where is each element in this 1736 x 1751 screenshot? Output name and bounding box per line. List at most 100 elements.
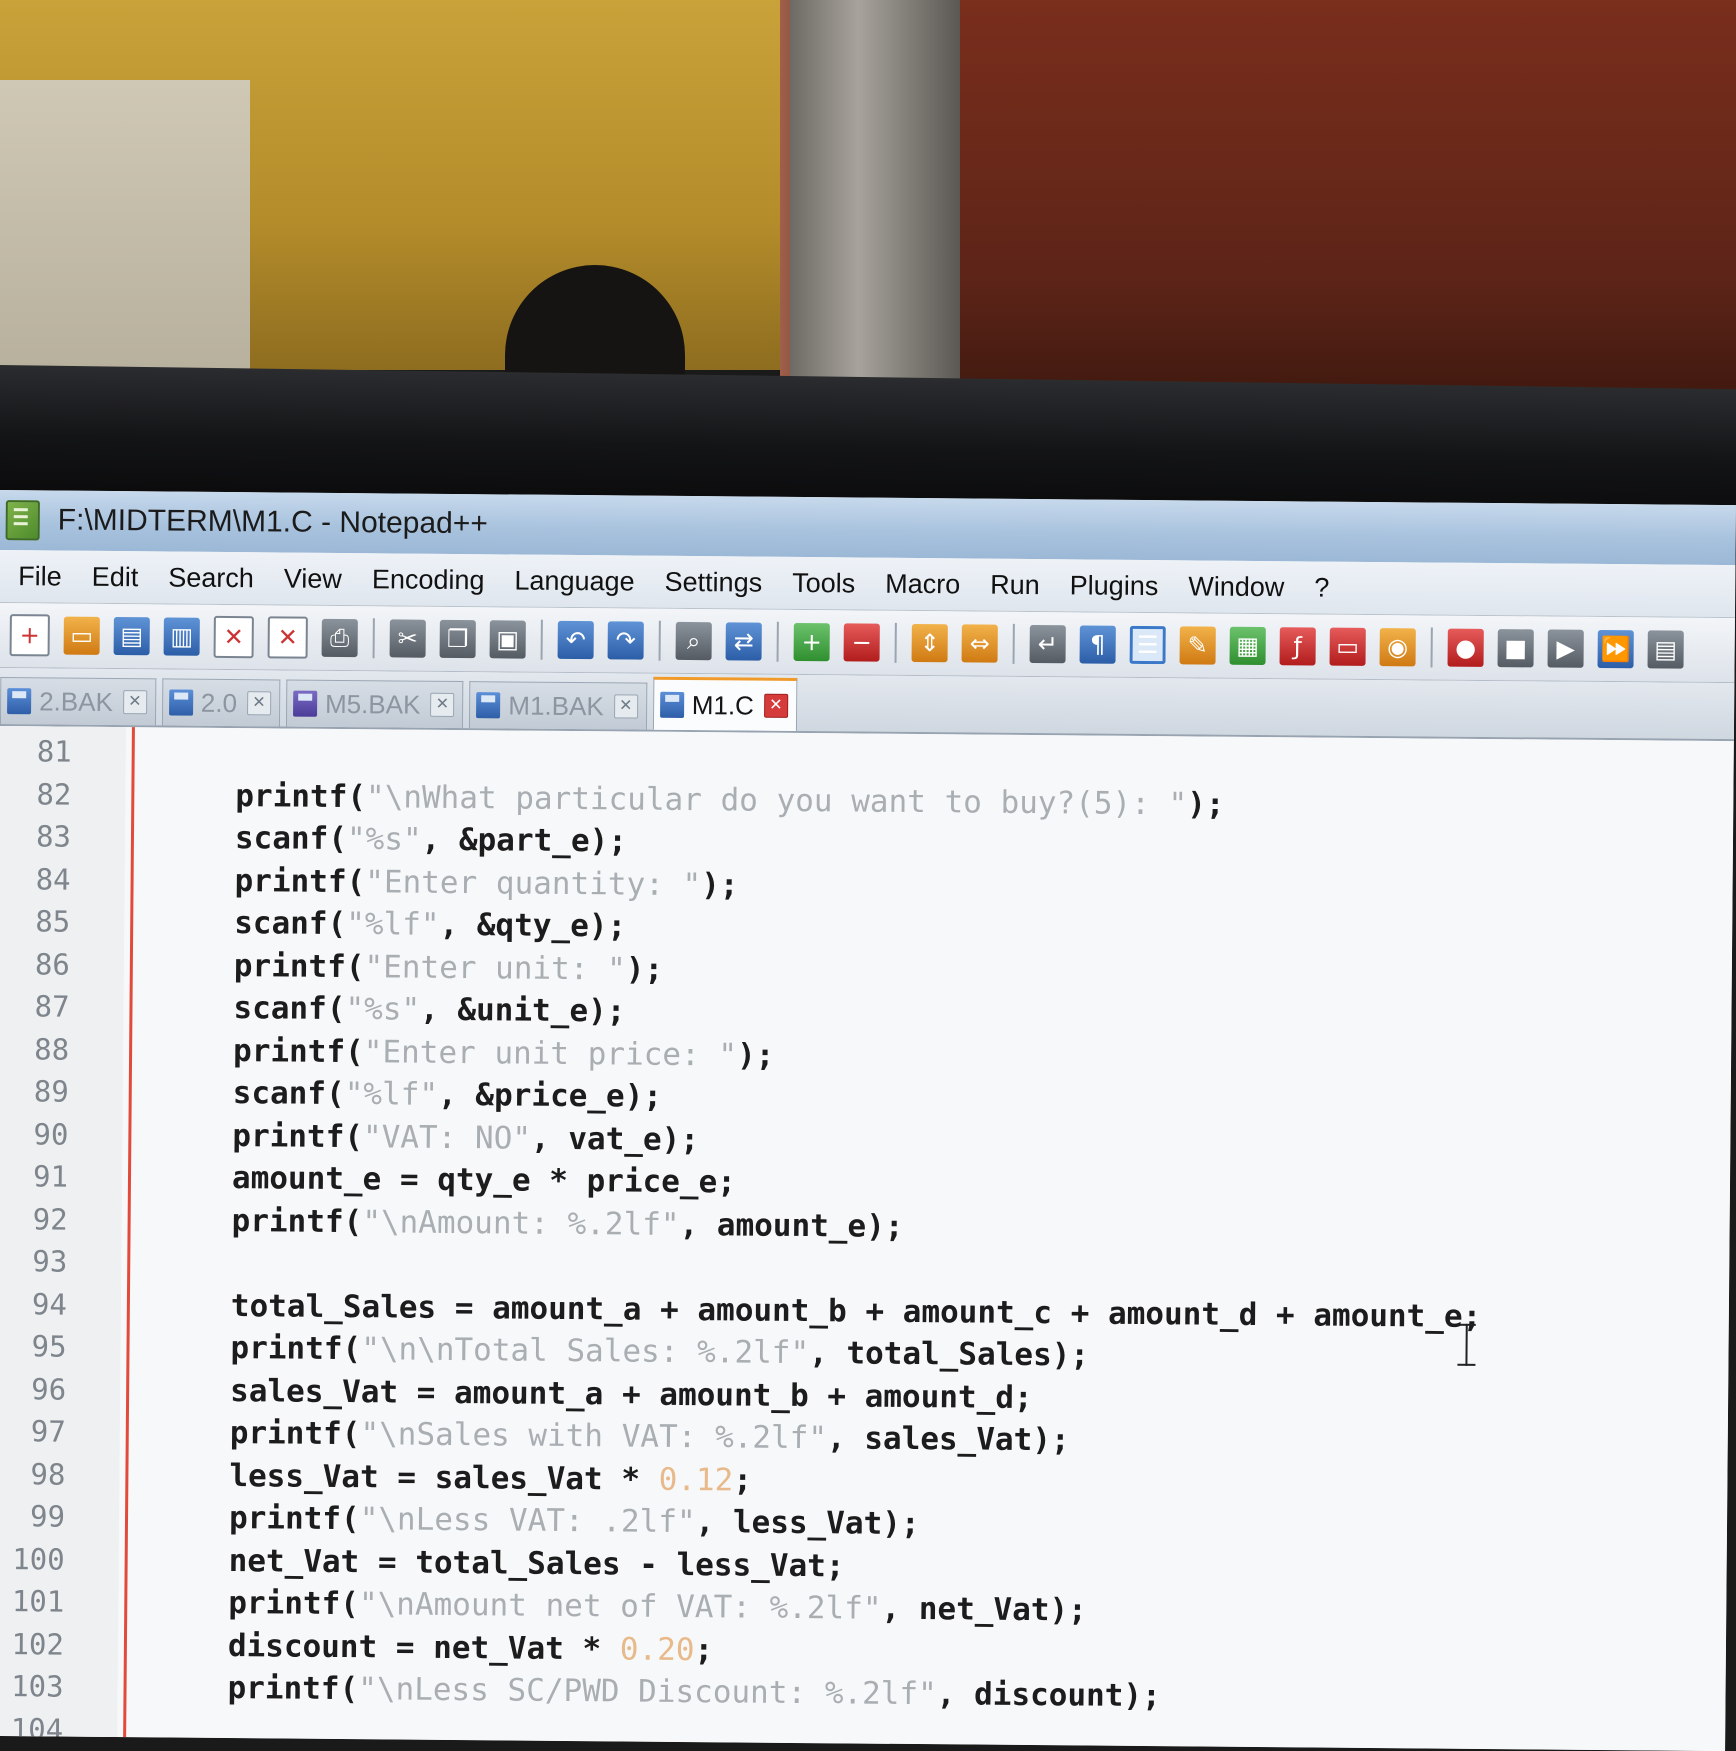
zoom-out-icon[interactable]: − — [843, 623, 880, 662]
user-defined-language-icon[interactable]: ✎ — [1179, 626, 1216, 665]
function-list-icon[interactable]: ƒ — [1279, 627, 1316, 666]
toolbar-separator — [1430, 627, 1433, 668]
indent-guide-icon[interactable]: ☰ — [1129, 625, 1166, 665]
find-icon[interactable]: ⌕ — [675, 621, 712, 661]
menu-file[interactable]: File — [3, 550, 77, 603]
save-icon[interactable]: ▤ — [113, 616, 150, 656]
background-pillar — [790, 0, 960, 400]
string-literal: "%lf" — [344, 1076, 439, 1114]
string-literal: "VAT: NO" — [362, 1118, 532, 1157]
sync-horizontal-icon[interactable]: ⇔ — [961, 624, 998, 663]
line-number: 103 — [11, 1669, 64, 1704]
menu-language[interactable]: Language — [499, 554, 650, 607]
tab-close-icon[interactable]: ✕ — [122, 690, 147, 715]
save-macro-icon[interactable]: ▤ — [1647, 630, 1684, 669]
menu-run[interactable]: Run — [975, 559, 1055, 612]
redo-icon[interactable]: ↷ — [607, 621, 644, 660]
line-number: 96 — [31, 1372, 67, 1407]
menu-plugins[interactable]: Plugins — [1055, 559, 1174, 612]
string-literal: "%s" — [346, 821, 422, 858]
menu-settings[interactable]: Settings — [649, 556, 777, 609]
print-icon[interactable]: ⎙ — [321, 618, 358, 658]
code-text: net_Vat = total_Sales - less_Vat; — [228, 1542, 845, 1585]
menu-encoding[interactable]: Encoding — [357, 553, 500, 606]
menu-search[interactable]: Search — [153, 551, 269, 604]
string-literal: "\nAmount: %.2lf" — [362, 1203, 680, 1243]
string-literal: "\nSales with VAT: %.2lf" — [360, 1416, 828, 1457]
code-text: total_Sales = amount_a + amount_b + amou… — [230, 1287, 1482, 1335]
saved-file-icon — [476, 692, 501, 719]
sync-vertical-icon[interactable]: ⇕ — [911, 623, 948, 663]
tab-m1-bak[interactable]: M1.BAK ✕ — [469, 681, 647, 730]
save-all-icon[interactable]: ▥ — [163, 617, 200, 656]
number-literal: 0.20 — [619, 1631, 695, 1668]
open-file-icon[interactable]: ▭ — [63, 616, 100, 655]
tab-close-icon[interactable]: ✕ — [613, 694, 638, 719]
tab-close-icon[interactable]: ✕ — [763, 693, 789, 718]
tab-m5-bak[interactable]: M5.BAK ✕ — [285, 679, 464, 729]
menu-macro[interactable]: Macro — [870, 558, 975, 611]
tab-m1-c[interactable]: M1.C ✕ — [652, 676, 798, 731]
code-text: less_Vat = sales_Vat * 0.12; — [229, 1457, 753, 1499]
word-wrap-icon[interactable]: ↵ — [1029, 624, 1066, 664]
tab-close-icon[interactable]: ✕ — [430, 692, 455, 717]
play-macro-icon[interactable]: ▶ — [1547, 629, 1584, 668]
code-editor[interactable]: 81 82 printf("\nWhat particular do you wan… — [0, 725, 1734, 1751]
code-text: printf("\nAmount: %.2lf", amount_e); — [231, 1202, 904, 1245]
string-literal: "Enter quantity: " — [365, 863, 702, 903]
cut-icon[interactable]: ✂ — [389, 619, 426, 658]
line-number: 82 — [36, 777, 72, 812]
record-macro-icon[interactable]: ● — [1447, 628, 1484, 667]
line-number: 97 — [30, 1414, 66, 1449]
menu-tools[interactable]: Tools — [777, 557, 870, 610]
menu-window[interactable]: Window — [1173, 560, 1299, 613]
code-lines[interactable]: 81 82 printf("\nWhat particular do you wan… — [0, 730, 1734, 1751]
line-number: 102 — [11, 1626, 65, 1662]
code-text: printf("\n\nTotal Sales: %.2lf", total_S… — [230, 1330, 1090, 1374]
line-number: 86 — [34, 947, 71, 982]
folder-as-workspace-icon[interactable]: ▭ — [1329, 627, 1366, 666]
line-number: 104 — [10, 1711, 64, 1747]
tab-close-icon[interactable]: ✕ — [246, 691, 272, 716]
toolbar-separator — [372, 618, 375, 659]
line-number: 88 — [34, 1032, 70, 1067]
tab-2-bak[interactable]: 2.BAK ✕ — [0, 677, 157, 726]
line-number: 101 — [11, 1584, 65, 1619]
string-literal: "%s" — [345, 991, 421, 1028]
paste-icon[interactable]: ▣ — [489, 620, 526, 659]
code-text: printf("\nSales with VAT: %.2lf", sales_… — [229, 1415, 1070, 1459]
run-macro-multiple-icon[interactable]: ⏩ — [1597, 629, 1634, 669]
close-icon[interactable]: ✕ — [213, 615, 254, 659]
notepadpp-app-icon[interactable] — [5, 500, 40, 541]
string-literal: "\nAmount net of VAT: %.2lf" — [358, 1586, 882, 1627]
show-all-characters-icon[interactable]: ¶ — [1079, 625, 1116, 664]
tab-label: M5.BAK — [324, 688, 421, 720]
background-whiteboard — [0, 80, 250, 380]
string-literal: "Enter unit: " — [364, 948, 626, 988]
close-all-icon[interactable]: ✕ — [267, 616, 308, 659]
toolbar-separator — [776, 621, 779, 662]
new-file-icon[interactable]: + — [9, 614, 50, 657]
undo-icon[interactable]: ↶ — [557, 620, 594, 660]
menu-view[interactable]: View — [269, 552, 357, 605]
copy-icon[interactable]: ❐ — [439, 619, 476, 659]
menu-edit[interactable]: Edit — [77, 551, 154, 604]
code-text: printf("Enter quantity: "); — [234, 862, 739, 904]
tab-2-0[interactable]: 2.0 ✕ — [161, 678, 281, 727]
saved-file-icon — [659, 691, 684, 718]
replace-icon[interactable]: ⇄ — [725, 622, 762, 661]
window-title: F:\MIDTERM\M1.C - Notepad++ — [57, 503, 488, 541]
line-number: 100 — [12, 1541, 65, 1577]
line-number: 81 — [36, 734, 72, 769]
line-number: 89 — [33, 1074, 69, 1109]
document-map-icon[interactable]: ▦ — [1229, 626, 1266, 666]
notepadpp-window: F:\MIDTERM\M1.C - Notepad++ File Edit Sear… — [0, 490, 1736, 1751]
menu-help[interactable]: ? — [1299, 561, 1344, 613]
monitoring-icon[interactable]: ◉ — [1379, 628, 1416, 667]
tab-label: M1.BAK — [508, 689, 604, 721]
code-text: printf("Enter unit price: "); — [232, 1032, 775, 1074]
stop-recording-icon[interactable]: ■ — [1497, 629, 1534, 668]
zoom-in-icon[interactable]: + — [793, 622, 830, 662]
text-cursor-icon — [1457, 1324, 1475, 1366]
code-text: scanf("%lf", &qty_e); — [234, 905, 627, 945]
